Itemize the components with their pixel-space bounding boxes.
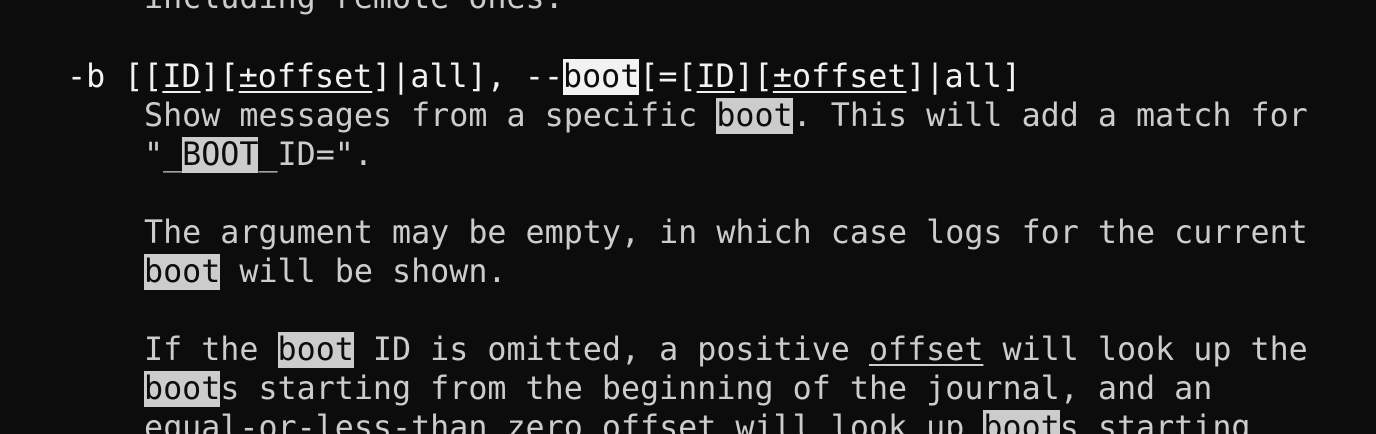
option-heading-boot: -b [[ID][±offset]|all], --boot[=[ID][±of… [67, 58, 1021, 97]
search-match: boot [716, 98, 793, 134]
text-segment: ][ [200, 59, 239, 95]
text-segment: Show messages from a specific [144, 98, 717, 134]
text-line-6: If the boot ID is omitted, a positive of… [144, 331, 1308, 370]
text-line-2: Show messages from a specific boot. This… [144, 97, 1308, 136]
text-segment: . This will add a match for [792, 98, 1308, 134]
search-match-current: boot [563, 59, 640, 95]
search-match: boot [983, 410, 1060, 434]
text-segment: If the [144, 332, 278, 368]
placeholder-offset: offset [868, 332, 984, 368]
text-segment: s starting [1059, 410, 1251, 434]
text-segment: [=[ [639, 59, 697, 95]
text-segment: The argument may be empty, in which case… [144, 215, 1308, 251]
placeholder-offset: ±offset [772, 59, 907, 95]
text-segment: ]|all] [906, 59, 1021, 95]
placeholder-offset: ±offset [238, 59, 373, 95]
text-line-0: including remote ones. [144, 0, 564, 18]
placeholder-id: ID [162, 59, 201, 95]
search-match: boot [144, 371, 221, 407]
text-segment: -b [[ [67, 59, 163, 95]
text-segment: will look up the [983, 332, 1308, 368]
text-segment: equal-or-less-than zero offset will look… [144, 410, 984, 434]
search-match: boot [277, 332, 354, 368]
text-line-5: boot will be shown. [144, 253, 506, 292]
text-segment: ID is omitted, a positive [353, 332, 869, 368]
text-segment: ][ [734, 59, 773, 95]
placeholder-id: ID [696, 59, 735, 95]
text-line-4: The argument may be empty, in which case… [144, 214, 1308, 253]
text-line-3: "_BOOT_ID=". [144, 136, 373, 175]
text-line-7: boots starting from the beginning of the… [144, 370, 1212, 409]
text-segment: including remote ones. [144, 0, 564, 16]
text-segment: will be shown. [220, 254, 507, 290]
terminal-window[interactable]: including remote ones. -b [[ID][±offset]… [0, 0, 1376, 434]
search-match: BOOT [182, 137, 259, 173]
text-segment: "_ [144, 137, 183, 173]
text-segment: _ID=". [258, 137, 373, 173]
text-segment: s starting from the beginning of the jou… [220, 371, 1213, 407]
text-segment: ]|all], -- [372, 59, 564, 95]
text-line-8: equal-or-less-than zero offset will look… [144, 409, 1251, 434]
search-match: boot [144, 254, 221, 290]
